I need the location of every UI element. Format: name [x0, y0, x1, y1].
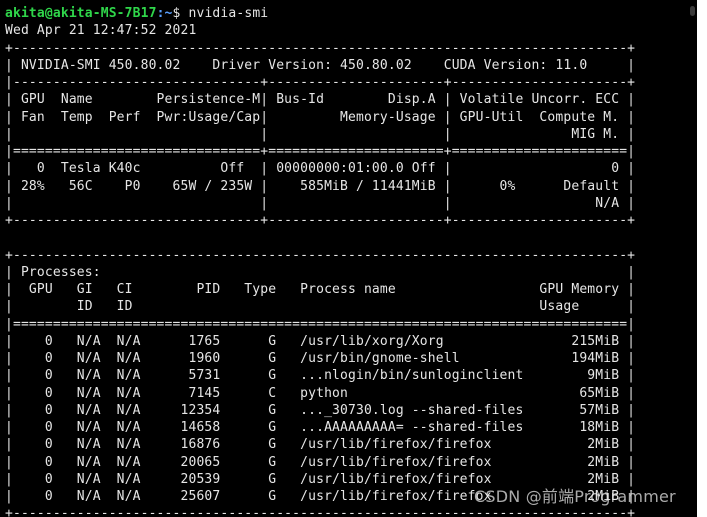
csdn-watermark: CSDN @前端Programmer — [474, 487, 676, 506]
process-row: | 0 N/A N/A 5731 G ...nlogin/bin/sunlogi… — [5, 368, 636, 384]
process-table-border-top: +---------------------------------------… — [5, 247, 636, 263]
gpu-table-double-separator: |===============================+=======… — [5, 144, 636, 159]
gpu-row-line-3: | | | N/A | — [5, 195, 636, 211]
process-table-border-bottom: +---------------------------------------… — [5, 506, 636, 517]
terminal-window[interactable]: akita@akita-MS-7B17:~$ nvidia-smi Wed Apr… — [0, 0, 697, 517]
gpu-column-header-1: | GPU Name Persistence-M| Bus-Id Disp.A … — [5, 92, 636, 108]
gpu-table-separator: |-------------------------------+-------… — [5, 75, 636, 90]
gpu-column-header-3: | | | MIG M. | — [5, 126, 636, 142]
prompt-user-host: akita@akita-MS-7B17 — [5, 6, 157, 21]
process-row: | 0 N/A N/A 1765 G /usr/lib/xorg/Xorg 21… — [5, 333, 636, 349]
prompt-symbol: $ — [172, 6, 181, 21]
gpu-table-border-top: +---------------------------------------… — [5, 40, 636, 56]
gpu-table-border-bottom: +-------------------------------+-------… — [5, 213, 636, 228]
process-row: | 0 N/A N/A 16876 G /usr/lib/firefox/fir… — [5, 437, 636, 453]
process-row: | 0 N/A N/A 12354 G ..._30730.log --shar… — [5, 402, 636, 418]
process-row: | 0 N/A N/A 20065 G /usr/lib/firefox/fir… — [5, 454, 636, 470]
process-table-double-separator: |=======================================… — [5, 316, 636, 332]
gpu-column-header-2: | Fan Temp Perf Pwr:Usage/Cap| Memory-Us… — [5, 109, 636, 125]
terminal-output[interactable]: akita@akita-MS-7B17:~$ nvidia-smi Wed Apr… — [0, 0, 697, 517]
process-row: | 0 N/A N/A 14658 G ...AAAAAAAAA= --shar… — [5, 420, 636, 435]
terminal-scrollbar[interactable] — [690, 6, 695, 16]
process-column-header-1: | GPU GI CI PID Type Process name GPU Me… — [5, 282, 636, 297]
gpu-row-line-2: | 28% 56C P0 65W / 235W | 585MiB / 11441… — [5, 178, 636, 194]
gpu-row-line-1: | 0 Tesla K40c Off | 00000000:01:00.0 Of… — [5, 161, 636, 177]
window-edge — [697, 0, 707, 517]
prompt-line: akita@akita-MS-7B17:~$ nvidia-smi — [5, 5, 697, 22]
process-row: | 0 N/A N/A 7145 C python 65MiB | — [5, 385, 636, 401]
prompt-command: nvidia-smi — [188, 6, 269, 21]
version-line: | NVIDIA-SMI 450.80.02 Driver Version: 4… — [5, 57, 636, 73]
prompt-path: :~ — [156, 6, 173, 21]
timestamp-line: Wed Apr 21 12:47:52 2021 — [5, 23, 197, 39]
process-column-header-2: | ID ID Usage | — [5, 299, 636, 315]
process-title-line: | Processes: | — [5, 264, 636, 280]
process-row: | 0 N/A N/A 1960 G /usr/bin/gnome-shell … — [5, 351, 636, 366]
